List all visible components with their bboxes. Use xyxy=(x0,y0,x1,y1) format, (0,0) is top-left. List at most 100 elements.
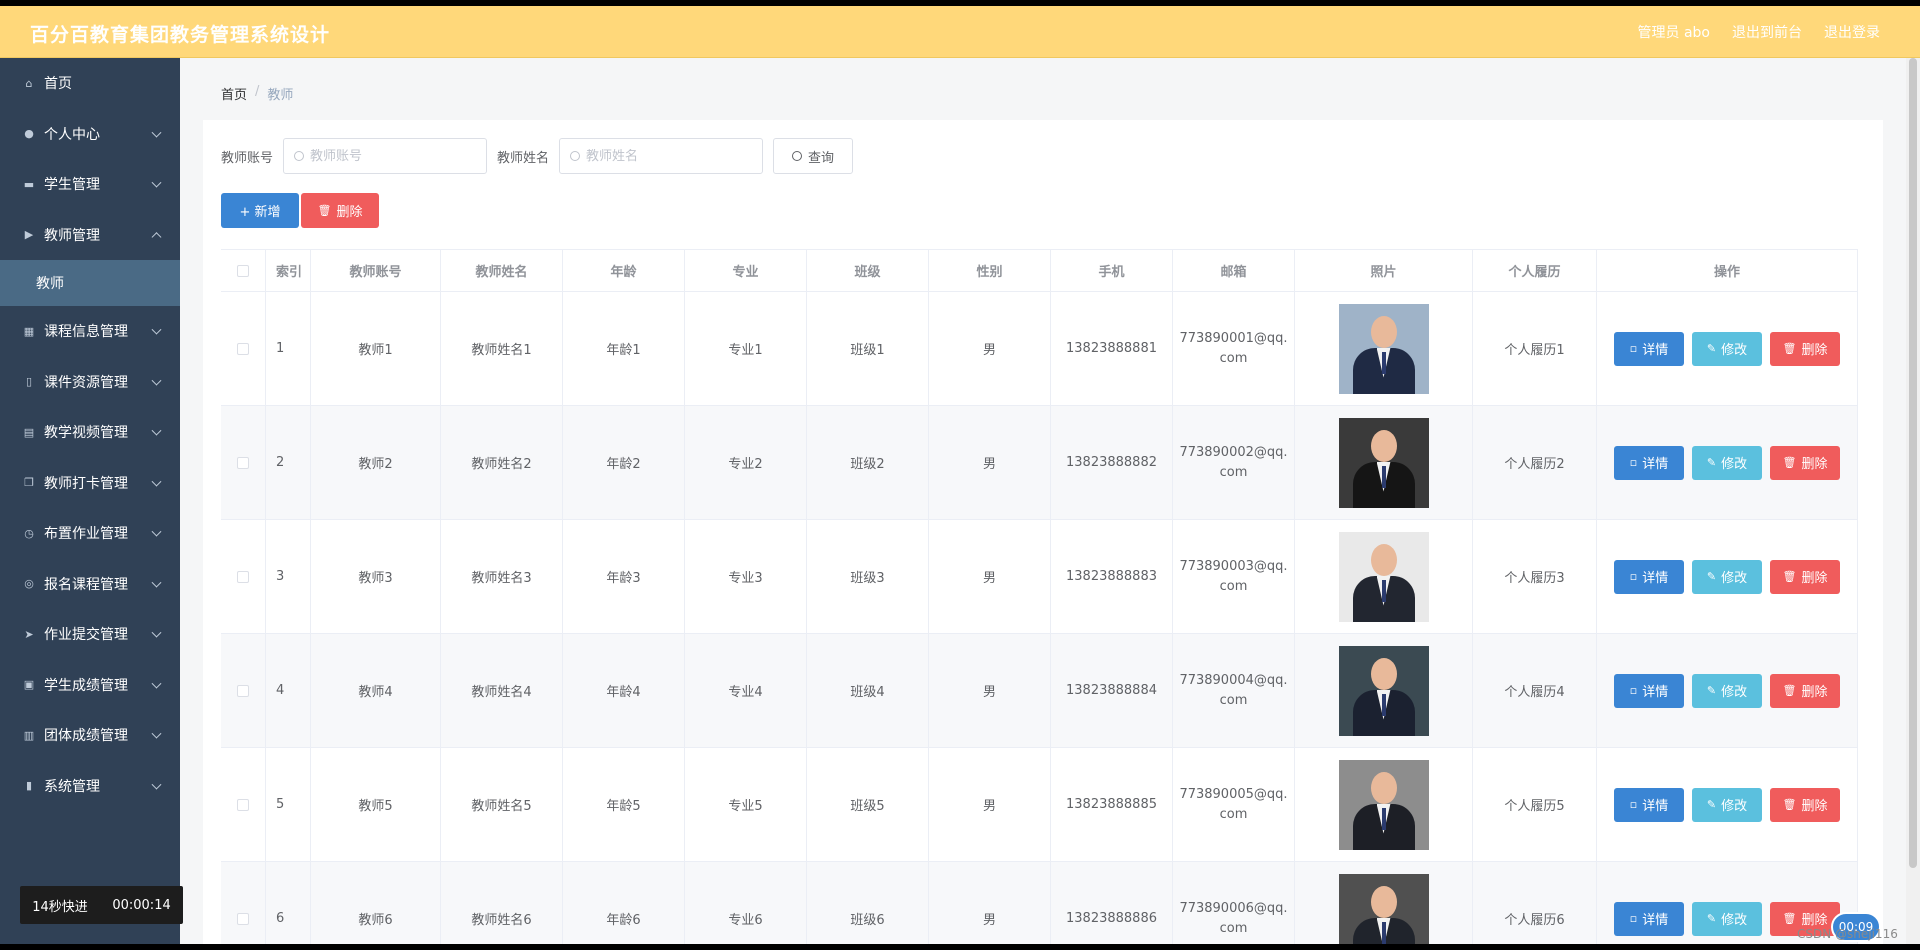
chevron-down-icon xyxy=(151,728,162,739)
admin-user-link[interactable]: 管理员 abo xyxy=(1638,22,1710,42)
teacher-photo[interactable] xyxy=(1338,417,1429,508)
sidebar-item-12[interactable]: ▥ 团体成绩管理 xyxy=(0,710,180,761)
batch-delete-button[interactable]: 🗑 删除 xyxy=(301,193,379,228)
teacher-photo[interactable] xyxy=(1338,303,1429,394)
mic-icon: ▯ xyxy=(25,375,33,389)
chevron-down-icon xyxy=(151,526,162,537)
breadcrumb-home[interactable]: 首页 xyxy=(221,84,247,103)
scrollbar-thumb[interactable] xyxy=(1909,58,1917,868)
row-select-cell xyxy=(221,292,266,405)
sidebar-item-label: 个人中心 xyxy=(44,126,100,143)
cell-photo xyxy=(1295,406,1473,519)
cell-age: 年龄1 xyxy=(563,292,685,405)
system-title: 百分百教育集团教务管理系统设计 xyxy=(30,24,331,46)
detail-button[interactable]: ▫ 详情 xyxy=(1614,901,1684,936)
edit-button[interactable]: ✎ 修改 xyxy=(1692,445,1762,480)
sidebar-item-13[interactable]: ▮ 系统管理 xyxy=(0,761,180,812)
teacher-photo[interactable] xyxy=(1338,759,1429,850)
row-checkbox[interactable] xyxy=(237,570,249,583)
delete-button[interactable]: 🗑 删除 xyxy=(1770,673,1840,708)
edit-button[interactable]: ✎ 修改 xyxy=(1692,331,1762,366)
column-header[interactable] xyxy=(221,250,266,291)
cell-photo xyxy=(1295,748,1473,861)
delete-button[interactable]: 🗑 删除 xyxy=(1770,331,1840,366)
cell-photo xyxy=(1295,634,1473,747)
pencil-icon: ✎ xyxy=(1706,342,1717,355)
cell-age: 年龄5 xyxy=(563,748,685,861)
edit-button[interactable]: ✎ 修改 xyxy=(1692,787,1762,822)
delete-button-label: 删除 xyxy=(1801,457,1828,472)
cell-operations: ▫ 详情 ✎ 修改 🗑 删除 xyxy=(1597,520,1858,633)
delete-button[interactable]: 🗑 删除 xyxy=(1770,445,1840,480)
sidebar-item-11[interactable]: ▣ 学生成绩管理 xyxy=(0,660,180,711)
cell-account: 教师1 xyxy=(311,292,441,405)
photo-tie xyxy=(1381,693,1386,716)
chevron-down-icon xyxy=(151,127,162,138)
detail-button[interactable]: ▫ 详情 xyxy=(1614,787,1684,822)
submenu-item-teacher[interactable]: 教师 xyxy=(0,260,180,306)
detail-button-label: 详情 xyxy=(1642,457,1669,472)
select-all-checkbox[interactable] xyxy=(237,264,249,277)
sidebar-item-label: 团体成绩管理 xyxy=(44,728,128,745)
teacher-photo[interactable] xyxy=(1338,531,1429,622)
pencil-icon: ✎ xyxy=(1706,570,1717,583)
pencil-icon: ✎ xyxy=(1706,912,1717,925)
chevron-down-icon xyxy=(151,627,162,638)
photo-head xyxy=(1370,315,1397,348)
row-checkbox[interactable] xyxy=(237,456,249,469)
cell-photo xyxy=(1295,520,1473,633)
logout-link[interactable]: 退出登录 xyxy=(1824,22,1880,42)
delete-button-label: 删除 xyxy=(1801,799,1828,814)
delete-button[interactable]: 🗑 删除 xyxy=(1770,559,1840,594)
sidebar-item-5[interactable]: ▯ 课件资源管理 xyxy=(0,357,180,408)
sidebar-item-10[interactable]: ➤ 作业提交管理 xyxy=(0,609,180,660)
delete-button[interactable]: 🗑 删除 xyxy=(1770,787,1840,822)
row-checkbox[interactable] xyxy=(237,342,249,355)
sidebar-item-3[interactable]: ▶ 教师管理 xyxy=(0,210,180,261)
detail-button[interactable]: ▫ 详情 xyxy=(1614,559,1684,594)
camera-icon: ▶ xyxy=(24,228,34,242)
row-checkbox[interactable] xyxy=(237,798,249,811)
add-button[interactable]: + 新增 xyxy=(221,193,299,228)
cell-index: 6 xyxy=(266,862,311,944)
row-select-cell xyxy=(221,406,266,519)
detail-button[interactable]: ▫ 详情 xyxy=(1614,445,1684,480)
page-scrollbar[interactable] xyxy=(1906,58,1920,944)
sidebar-item-8[interactable]: ◷ 布置作业管理 xyxy=(0,508,180,559)
cell-name: 教师姓名2 xyxy=(441,406,563,519)
sidebar-item-9[interactable]: ◎ 报名课程管理 xyxy=(0,559,180,610)
table-row: 5 教师5 教师姓名5 年龄5 专业5 班级5 男 13823888885 773890005@… xyxy=(221,748,1858,862)
sidebar-item-7[interactable]: ❐ 教师打卡管理 xyxy=(0,458,180,509)
cell-gender: 男 xyxy=(929,406,1051,519)
fast-forward-label: 14秒快进 xyxy=(32,899,88,915)
cell-resume: 个人履历6 xyxy=(1473,862,1597,944)
sidebar-item-1[interactable]: ● 个人中心 xyxy=(0,109,180,160)
detail-button[interactable]: ▫ 详情 xyxy=(1614,331,1684,366)
edit-button[interactable]: ✎ 修改 xyxy=(1692,673,1762,708)
row-checkbox[interactable] xyxy=(237,912,249,925)
search-icon xyxy=(294,151,305,161)
name-search-input[interactable] xyxy=(586,148,747,164)
teacher-photo[interactable] xyxy=(1338,873,1429,944)
sidebar-item-2[interactable]: ▬ 学生管理 xyxy=(0,159,180,210)
sidebar-item-4[interactable]: ▦ 课程信息管理 xyxy=(0,306,180,357)
chevron-up-icon xyxy=(151,231,162,242)
teacher-table: 索引 教师账号 教师姓名 年龄 专业 班级 性别 手机 邮箱 照片 个人履历 操作 1 教师1 教师姓名1 年… xyxy=(221,249,1858,944)
sidebar-item-0[interactable]: ⌂ 首页 xyxy=(0,58,180,109)
detail-button[interactable]: ▫ 详情 xyxy=(1614,673,1684,708)
back-to-front-link[interactable]: 退出到前台 xyxy=(1732,22,1802,42)
edit-button[interactable]: ✎ 修改 xyxy=(1692,559,1762,594)
sidebar-item-label: 学生管理 xyxy=(44,177,100,194)
row-checkbox[interactable] xyxy=(237,684,249,697)
cell-resume: 个人履历4 xyxy=(1473,634,1597,747)
sidebar-item-6[interactable]: ▤ 教学视频管理 xyxy=(0,407,180,458)
teacher-photo[interactable] xyxy=(1338,645,1429,736)
query-button[interactable]: 查询 xyxy=(773,138,854,174)
edit-button[interactable]: ✎ 修改 xyxy=(1692,901,1762,936)
email-text: 773890001@qq. xyxy=(1179,330,1288,346)
doc-icon: ▫ xyxy=(1629,456,1638,469)
detail-button-label: 详情 xyxy=(1642,343,1669,358)
email-text: com xyxy=(1219,350,1248,366)
trash-icon: 🗑 xyxy=(1782,798,1797,811)
account-search-input[interactable] xyxy=(310,148,471,164)
